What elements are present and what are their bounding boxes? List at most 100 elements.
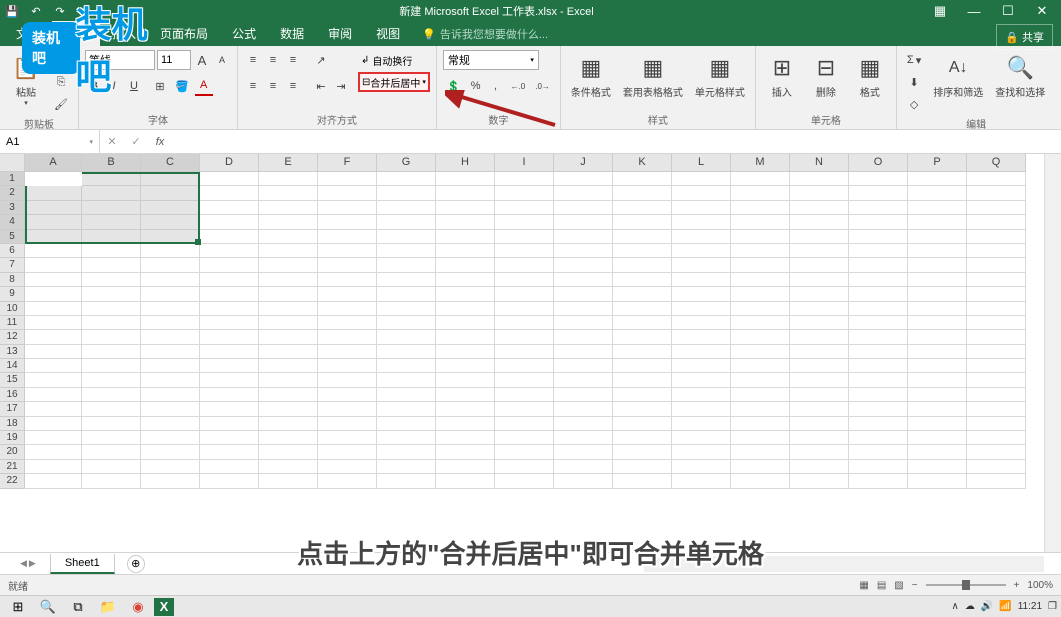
cell[interactable] (967, 186, 1026, 200)
cell[interactable] (790, 431, 849, 445)
cell[interactable] (495, 316, 554, 330)
column-header[interactable]: I (495, 154, 554, 172)
tab-data[interactable]: 数据 (268, 21, 316, 46)
cell[interactable] (82, 244, 141, 258)
cell[interactable] (790, 460, 849, 474)
cell[interactable] (613, 417, 672, 431)
cell[interactable] (377, 186, 436, 200)
row-header[interactable]: 15 (0, 373, 25, 387)
cell[interactable] (436, 172, 495, 186)
cell[interactable] (554, 316, 613, 330)
cell[interactable] (141, 186, 200, 200)
cell[interactable] (259, 186, 318, 200)
cell[interactable] (908, 273, 967, 287)
cell[interactable] (436, 431, 495, 445)
cell[interactable] (849, 287, 908, 301)
column-header[interactable]: M (731, 154, 790, 172)
cell[interactable] (495, 273, 554, 287)
cell[interactable] (436, 417, 495, 431)
cell[interactable] (495, 402, 554, 416)
cell[interactable] (141, 474, 200, 488)
cell[interactable] (200, 316, 259, 330)
cell[interactable] (200, 302, 259, 316)
cell[interactable] (259, 345, 318, 359)
cell[interactable] (967, 330, 1026, 344)
name-box[interactable]: A1▾ (0, 130, 100, 153)
cell[interactable] (731, 273, 790, 287)
cell[interactable] (495, 373, 554, 387)
cell[interactable] (849, 302, 908, 316)
cell[interactable] (259, 373, 318, 387)
row-header[interactable]: 5 (0, 230, 25, 244)
column-header[interactable]: Q (967, 154, 1026, 172)
cell[interactable] (25, 201, 82, 215)
cell[interactable] (200, 417, 259, 431)
cell[interactable] (318, 388, 377, 402)
cell[interactable] (141, 345, 200, 359)
cell[interactable] (967, 201, 1026, 215)
cell[interactable] (908, 373, 967, 387)
row-header[interactable]: 11 (0, 316, 25, 330)
cell[interactable] (672, 273, 731, 287)
cell[interactable] (790, 474, 849, 488)
cell[interactable] (849, 460, 908, 474)
cell[interactable] (318, 402, 377, 416)
cell[interactable] (731, 172, 790, 186)
cell[interactable] (495, 244, 554, 258)
cell[interactable] (377, 302, 436, 316)
column-header[interactable]: K (613, 154, 672, 172)
sort-filter-button[interactable]: A↓排序和筛选 (929, 50, 987, 101)
add-sheet-button[interactable]: ⊕ (127, 555, 145, 573)
cell[interactable] (436, 373, 495, 387)
cell[interactable] (731, 330, 790, 344)
cell[interactable] (967, 302, 1026, 316)
cell[interactable] (554, 431, 613, 445)
format-painter-button[interactable]: 🖌 (50, 94, 72, 114)
row-header[interactable]: 6 (0, 244, 25, 258)
cell[interactable] (436, 359, 495, 373)
cell[interactable] (82, 417, 141, 431)
cell[interactable] (495, 215, 554, 229)
cell[interactable] (200, 445, 259, 459)
row-header[interactable]: 9 (0, 287, 25, 301)
cell[interactable] (318, 330, 377, 344)
cell[interactable] (967, 359, 1026, 373)
cell[interactable] (613, 244, 672, 258)
insert-cells-button[interactable]: ⊞插入 (762, 50, 802, 101)
row-header[interactable]: 2 (0, 186, 25, 200)
column-header[interactable]: H (436, 154, 495, 172)
cell[interactable] (82, 186, 141, 200)
cell[interactable] (318, 445, 377, 459)
column-header[interactable]: J (554, 154, 613, 172)
cell[interactable] (613, 431, 672, 445)
cell[interactable] (377, 402, 436, 416)
cell[interactable] (731, 373, 790, 387)
column-header[interactable]: F (318, 154, 377, 172)
cell[interactable] (141, 316, 200, 330)
cell[interactable] (318, 460, 377, 474)
cell[interactable] (790, 244, 849, 258)
column-header[interactable]: D (200, 154, 259, 172)
cell[interactable] (200, 345, 259, 359)
cell[interactable] (554, 258, 613, 272)
tab-review[interactable]: 审阅 (316, 21, 364, 46)
cell[interactable] (25, 417, 82, 431)
cell[interactable] (613, 460, 672, 474)
cell[interactable] (672, 230, 731, 244)
cell[interactable] (377, 244, 436, 258)
search-taskbar-icon[interactable]: 🔍 (34, 597, 62, 617)
cell[interactable] (554, 230, 613, 244)
cell[interactable] (495, 460, 554, 474)
cell[interactable] (82, 402, 141, 416)
cell[interactable] (259, 330, 318, 344)
cell[interactable] (554, 186, 613, 200)
cell[interactable] (672, 460, 731, 474)
cell[interactable] (25, 402, 82, 416)
cell[interactable] (318, 302, 377, 316)
cell[interactable] (200, 215, 259, 229)
cell[interactable] (554, 417, 613, 431)
view-normal-icon[interactable]: ▦ (859, 580, 868, 591)
cell[interactable] (908, 201, 967, 215)
cell[interactable] (613, 330, 672, 344)
cell[interactable] (967, 172, 1026, 186)
